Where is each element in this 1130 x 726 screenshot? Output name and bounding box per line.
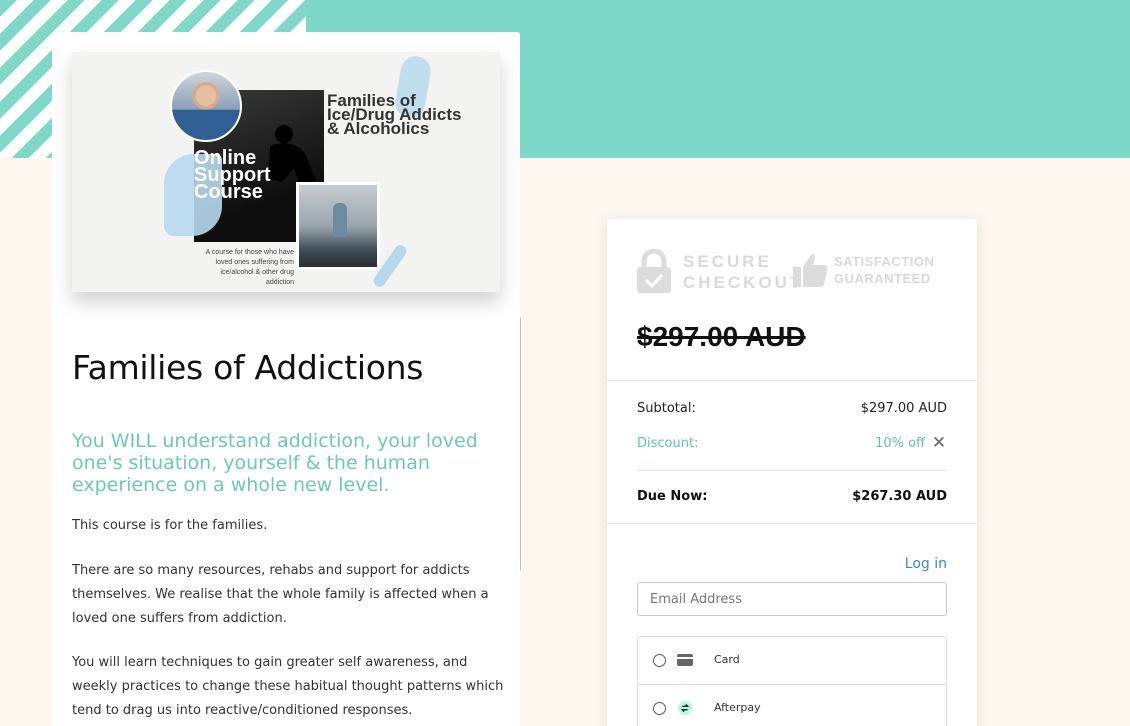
course-paragraph: This course is for the families. [72,518,268,533]
original-price: $297.00 AUD [637,321,806,352]
secure-line2: CHECKOUT [683,273,804,292]
subtotal-label: Subtotal: [637,401,696,416]
discount-row: Discount: 10% off ✕ [637,434,947,456]
payment-method-group: Card Afterpay [637,636,947,726]
checkout-card: SECURE CHECKOUT SATISFACTION GUARANTEED … [607,219,977,726]
email-field[interactable] [637,582,947,616]
banner-title-left: Online Support Course [194,147,271,203]
banner-photo-presentation [296,182,380,270]
discount-label: Discount: [637,436,699,451]
course-paragraph: You will learn techniques to gain greate… [72,655,504,718]
afterpay-radio[interactable] [653,702,666,715]
lock-icon [637,249,671,293]
card-radio[interactable] [653,654,666,667]
payment-option-afterpay[interactable]: Afterpay [638,685,946,726]
divider [607,523,977,524]
satisfaction-line1: SATISFACTION [834,254,935,269]
remove-discount-icon[interactable]: ✕ [931,434,947,452]
payment-option-label: Card [714,653,740,666]
divider [607,380,977,381]
discount-value: 10% off [875,436,925,451]
satisfaction-line2: GUARANTEED [834,271,931,286]
column-divider [520,318,521,570]
payment-option-card[interactable]: Card [638,637,946,684]
due-now-value: $267.30 AUD [852,489,947,504]
secure-line1: SECURE [683,252,772,271]
subtotal-row: Subtotal: $297.00 AUD [637,401,947,421]
presenter-avatar [170,70,242,142]
course-paragraph: There are so many resources, rehabs and … [72,563,489,626]
banner-caption: A course for those who have loved ones s… [205,249,294,286]
payment-option-label: Afterpay [714,701,761,714]
login-link[interactable]: Log in [905,556,947,572]
banner-title-right: Families of Ice/Drug Addicts & Alcoholic… [327,91,462,138]
satisfaction-guaranteed-badge: SATISFACTION GUARANTEED [834,253,934,287]
course-subtitle: You WILL understand addiction, your love… [72,430,478,496]
page-title: Families of Addictions [72,348,424,387]
due-now-row: Due Now: $267.30 AUD [637,489,947,509]
course-banner-image: Families of Ice/Drug Addicts & Alcoholic… [72,52,500,292]
credit-card-icon [677,654,693,666]
secure-checkout-badge: SECURE CHECKOUT [683,251,803,293]
subtotal-value: $297.00 AUD [860,401,947,416]
presenter-figure [333,203,347,237]
thumbs-up-icon [793,254,828,287]
afterpay-icon [678,701,692,715]
due-now-label: Due Now: [637,489,708,504]
course-card: Families of Ice/Drug Addicts & Alcoholic… [52,32,520,726]
trust-badges: SECURE CHECKOUT SATISFACTION GUARANTEED [635,249,955,299]
divider [637,470,947,471]
